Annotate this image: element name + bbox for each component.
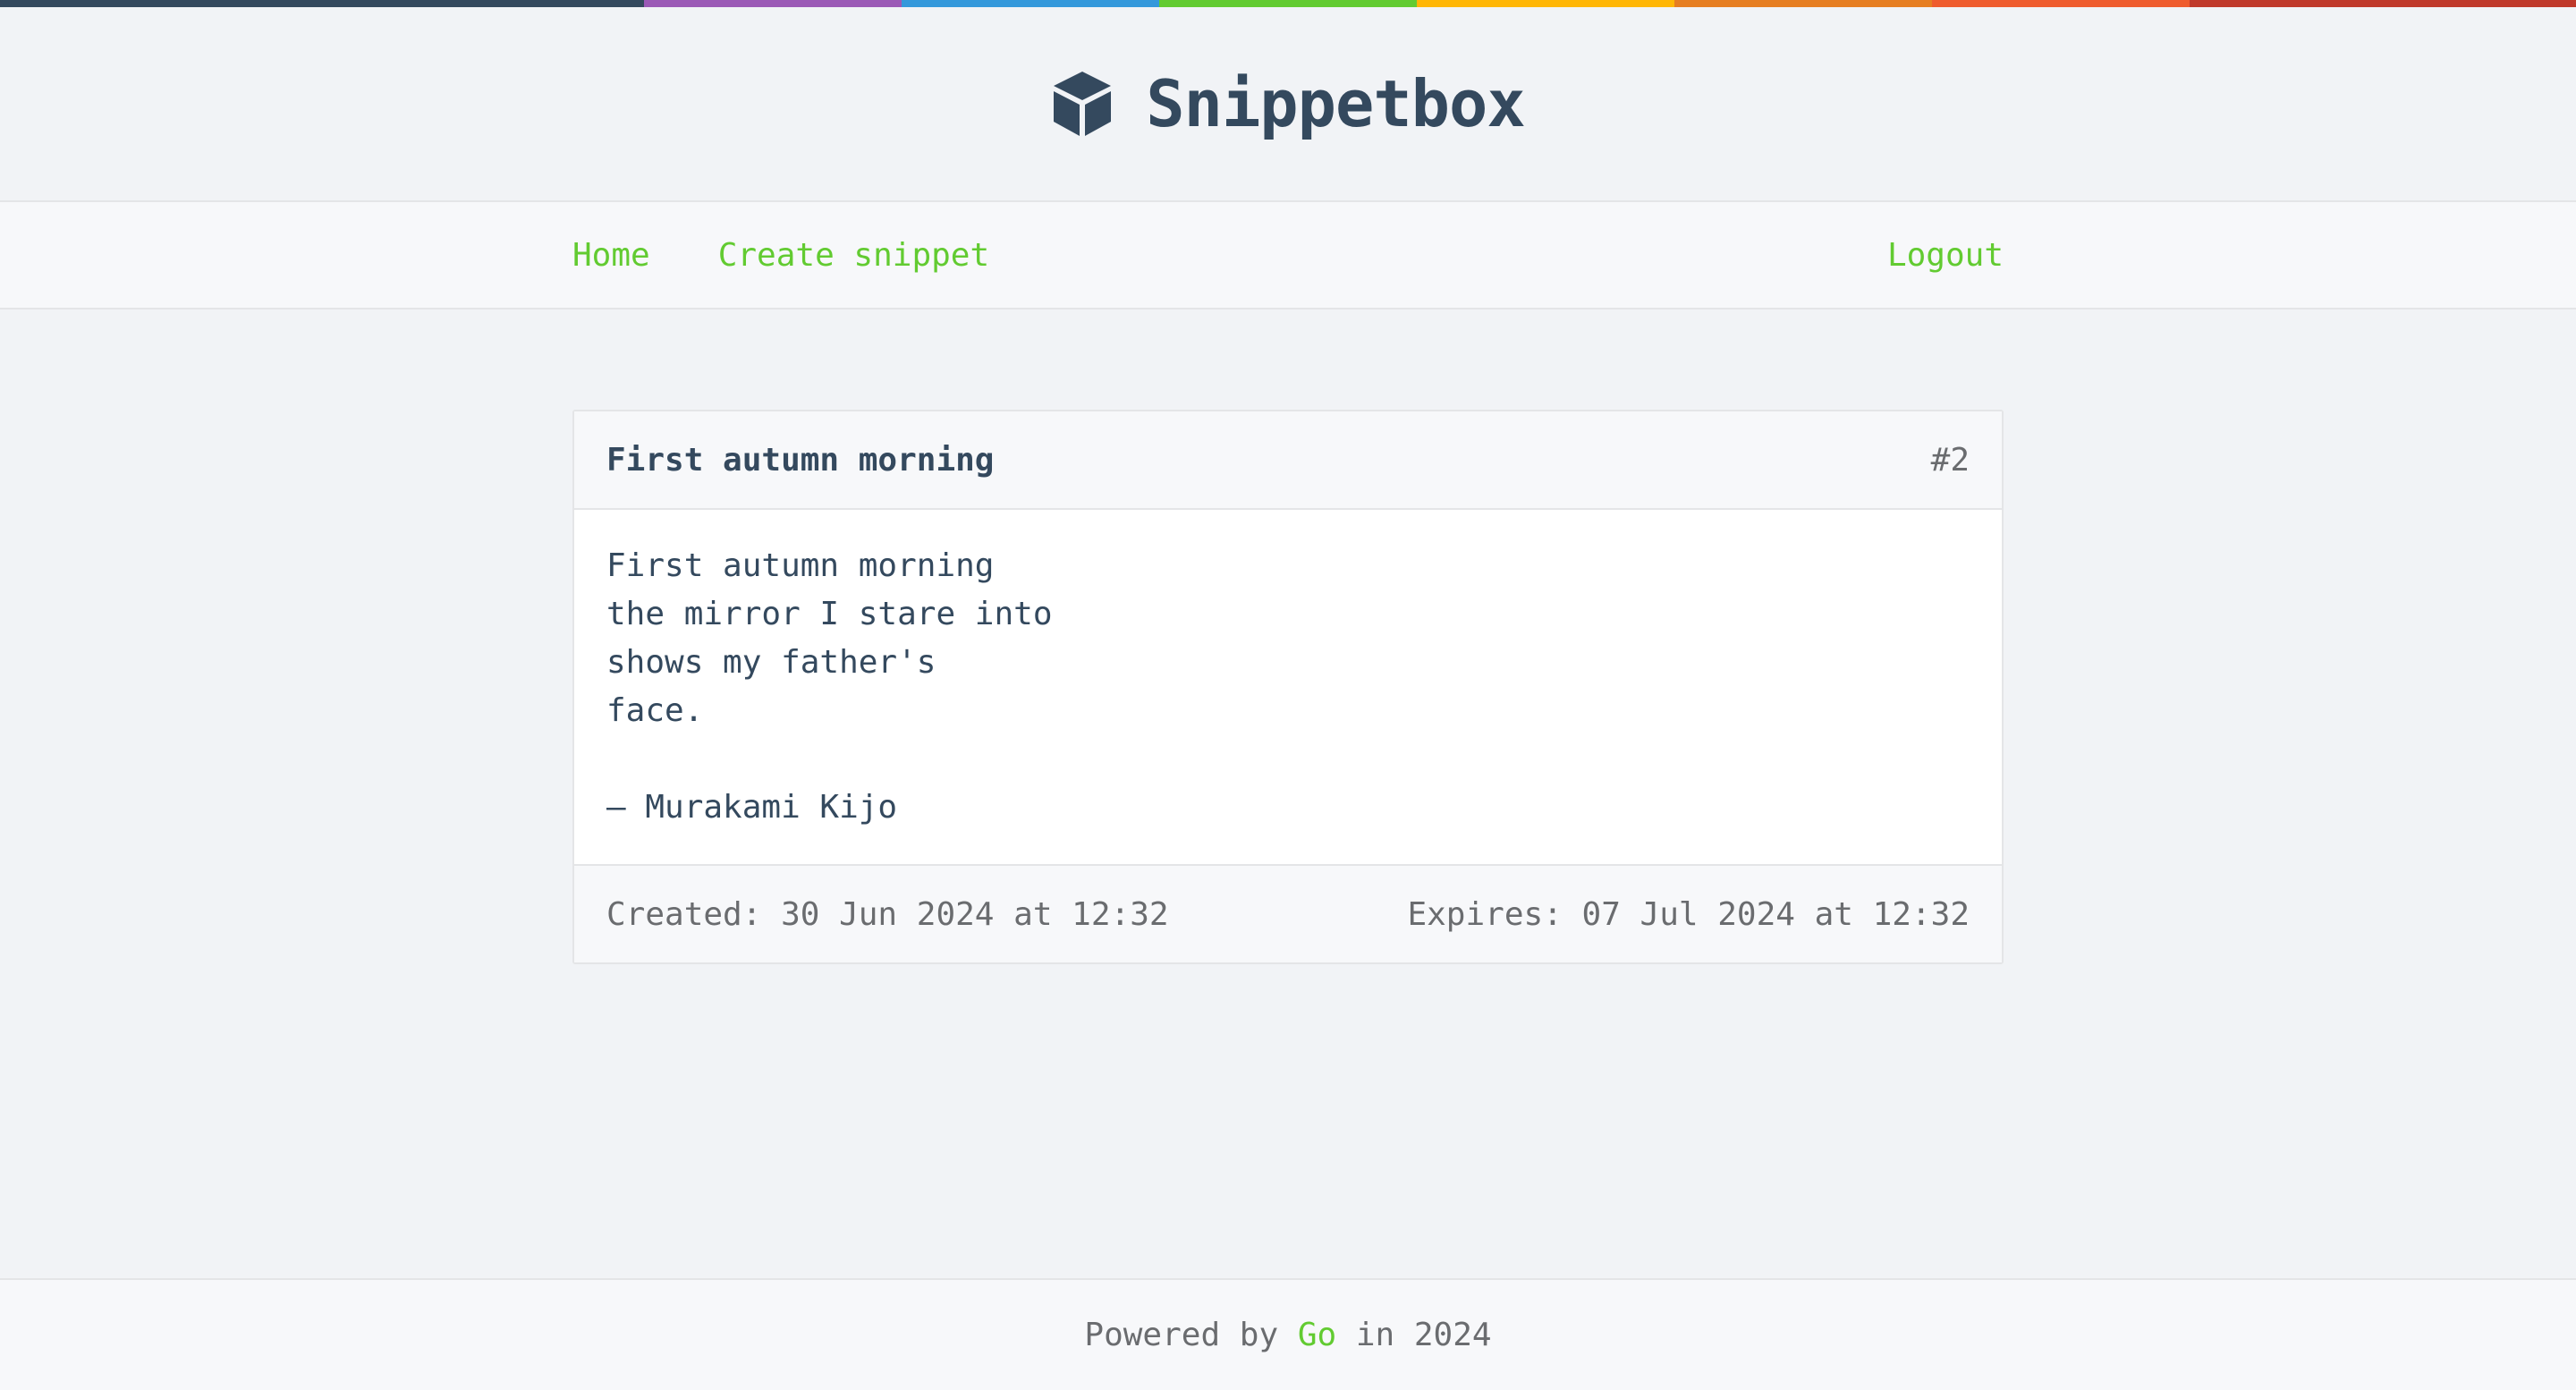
main-content: First autumn morning #2 First autumn mor… [572,410,2004,964]
snippet-header: First autumn morning #2 [574,411,2002,510]
site-footer: Powered by Go in 2024 [0,1278,2576,1390]
snippet-footer: Created: 30 Jun 2024 at 12:32 Expires: 0… [574,864,2002,962]
snippet-body: First autumn morning the mirror I stare … [574,510,2002,864]
snippet-card: First autumn morning #2 First autumn mor… [572,410,2004,964]
stripe-segment [1932,0,2190,7]
footer-suffix: in 2024 [1336,1317,1492,1353]
nav-home-link[interactable]: Home [572,237,650,274]
site-title: Snippetbox [1146,66,1525,141]
cube-icon [1051,70,1114,138]
stripe-segment [2190,0,2576,7]
stripe-segment [1417,0,1674,7]
nav-create-snippet-link[interactable]: Create snippet [718,237,989,274]
footer-prefix: Powered by [1084,1317,1298,1353]
go-link[interactable]: Go [1298,1317,1336,1353]
snippet-id: #2 [1930,441,1970,479]
snippet-created: Created: 30 Jun 2024 at 12:32 [606,895,1169,933]
stripe-segment [902,0,1159,7]
stripe-segment [1159,0,1417,7]
site-header: Snippetbox [0,7,2576,200]
snippet-expires: Expires: 07 Jul 2024 at 12:32 [1407,895,1970,933]
snippet-title: First autumn morning [606,441,995,479]
brand-link[interactable]: Snippetbox [1051,66,1526,141]
logout-button[interactable]: Logout [1887,237,2004,274]
stripe-segment [0,0,644,7]
color-stripe [0,0,2576,7]
stripe-segment [1674,0,1932,7]
main-nav: Home Create snippet Logout [0,200,2576,309]
stripe-segment [644,0,902,7]
